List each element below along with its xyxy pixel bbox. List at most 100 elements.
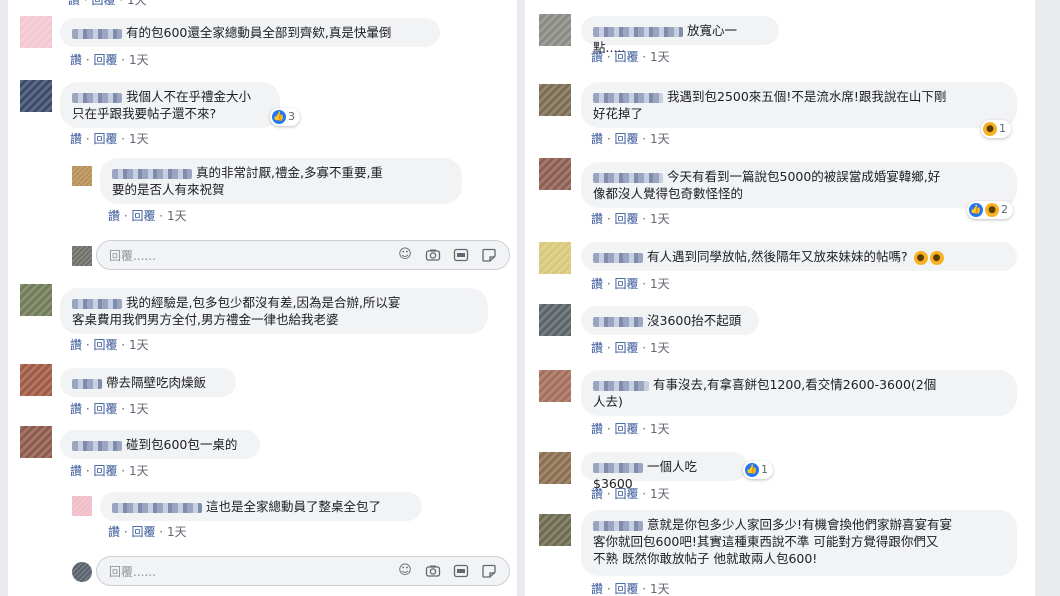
comment-bubble: 這也是全家總動員了整桌全包了 [100,492,422,521]
comment-time: 1天 [128,464,149,478]
emoji-icon[interactable]: ☺ [397,247,413,263]
like-link[interactable]: 讚 [591,422,603,436]
comment-text-line: 客桌費用我們男方全付,男方禮金一律也給我老婆 [72,312,339,327]
gif-icon[interactable] [453,563,469,579]
reply-link[interactable]: 回覆 [131,209,155,223]
like-link[interactable]: 讚 [70,53,82,67]
like-link[interactable]: 讚 [70,338,82,352]
comment-actions: 讚 · 回覆 · 1天 [591,50,670,64]
commenter-avatar[interactable] [539,84,571,116]
commenter-avatar[interactable] [539,14,571,46]
comment-time: 1天 [649,132,670,146]
commenter-avatar[interactable] [539,304,571,336]
reply-link[interactable]: 回覆 [93,53,117,67]
comment-time: 1天 [649,50,670,64]
sticker-icon[interactable] [481,563,497,579]
like-link[interactable]: 讚 [591,212,603,226]
like-link[interactable]: 讚 [70,402,82,416]
like-link[interactable]: 讚 [68,0,80,7]
reply-link[interactable]: 回覆 [614,341,638,355]
reaction-count: 2 [1001,203,1008,216]
commenter-name[interactable] [593,462,643,473]
commenter-avatar[interactable] [20,284,52,316]
commenter-name[interactable] [72,28,122,39]
reply-link[interactable]: 回覆 [93,464,117,478]
camera-icon[interactable] [425,563,441,579]
like-link[interactable]: 讚 [591,50,603,64]
comment-actions: 讚 · 回覆 · 1天 [70,338,149,352]
comment-actions: 讚 · 回覆 · 1天 [70,464,149,478]
gif-icon[interactable] [453,247,469,263]
comment-actions: 讚 · 回覆 · 1天 [591,277,670,291]
reply-link[interactable]: 回覆 [614,212,638,226]
reply-input[interactable]: 回覆...... ☺ [96,556,510,586]
reaction-badge[interactable]: ● 1 [981,120,1011,138]
reply-link[interactable]: 回覆 [614,422,638,436]
like-link[interactable]: 讚 [70,132,82,146]
comment-bubble: 有的包600還全家總動員全部到齊欸,真是快暈倒 [60,18,440,47]
commenter-name[interactable] [593,26,683,37]
commenter-avatar[interactable] [72,496,92,516]
commenter-avatar[interactable] [539,514,571,546]
like-link[interactable]: 讚 [591,132,603,146]
commenter-name[interactable] [72,378,102,389]
commenter-name[interactable] [72,440,122,451]
commenter-avatar[interactable] [20,364,52,396]
commenter-avatar[interactable] [539,452,571,484]
comment-time: 1天 [649,582,670,596]
haha-reaction-icon: ● [985,203,999,217]
commenter-name[interactable] [593,252,643,263]
like-link[interactable]: 讚 [591,277,603,291]
reply-link[interactable]: 回覆 [93,402,117,416]
reaction-badge[interactable]: 👍 1 [743,461,773,479]
comment-bubble: 我個人不在乎禮金大小 只在乎跟我要帖子還不來? [60,82,280,128]
comments-column-right: 放寬心一點..... 讚 · 回覆 · 1天 我遇到包2500來五個!不是流水席… [525,0,1035,596]
commenter-avatar[interactable] [539,370,571,402]
reaction-badge[interactable]: 👍 3 [270,108,300,126]
reply-link[interactable]: 回覆 [614,50,638,64]
reply-link[interactable]: 回覆 [614,277,638,291]
commenter-name[interactable] [593,172,663,183]
sticker-icon[interactable] [481,247,497,263]
reply-link[interactable]: 回覆 [131,525,155,539]
commenter-name[interactable] [593,380,649,391]
comment-text-line: 意就是你包多少人家回多少!有機會換他們家辦喜宴有宴 [647,517,953,532]
comment-time: 1天 [128,402,149,416]
commenter-name[interactable] [112,168,192,179]
commenter-name[interactable] [593,520,643,531]
commenter-name[interactable] [72,92,122,103]
reply-link[interactable]: 回覆 [614,582,638,596]
commenter-avatar[interactable] [20,16,52,48]
like-link[interactable]: 讚 [108,525,120,539]
comment-time: 1天 [166,525,187,539]
comment-time: 1天 [126,0,147,7]
emoji-icon[interactable]: ☺ [397,563,413,579]
wow-emoji-icon: ● [913,250,928,265]
comment-time: 1天 [128,53,149,67]
comment-bubble: 我遇到包2500來五個!不是流水席!跟我說在山下剛 好花掉了 [581,82,1017,128]
commenter-name[interactable] [593,92,663,103]
reply-link[interactable]: 回覆 [93,132,117,146]
reply-input[interactable]: 回覆...... ☺ [96,240,510,270]
commenter-avatar[interactable] [20,80,52,112]
commenter-avatar[interactable] [539,158,571,190]
like-link[interactable]: 讚 [108,209,120,223]
commenter-avatar[interactable] [539,242,571,274]
like-link[interactable]: 讚 [70,464,82,478]
reply-link[interactable]: 回覆 [91,0,115,7]
commenter-name[interactable] [112,502,202,513]
commenter-avatar[interactable] [72,166,92,186]
reply-link[interactable]: 回覆 [614,132,638,146]
commenter-avatar[interactable] [20,426,52,458]
comment-bubble: 沒3600抬不起頭 [581,306,759,335]
camera-icon[interactable] [425,247,441,263]
comment-text-line: 人去) [593,394,623,409]
reply-link[interactable]: 回覆 [614,487,638,501]
commenter-name[interactable] [593,316,643,327]
like-link[interactable]: 讚 [591,582,603,596]
commenter-name[interactable] [72,298,122,309]
reaction-badge[interactable]: 👍 ● 2 [967,201,1013,219]
like-link[interactable]: 讚 [591,341,603,355]
like-link[interactable]: 讚 [591,487,603,501]
reply-link[interactable]: 回覆 [93,338,117,352]
